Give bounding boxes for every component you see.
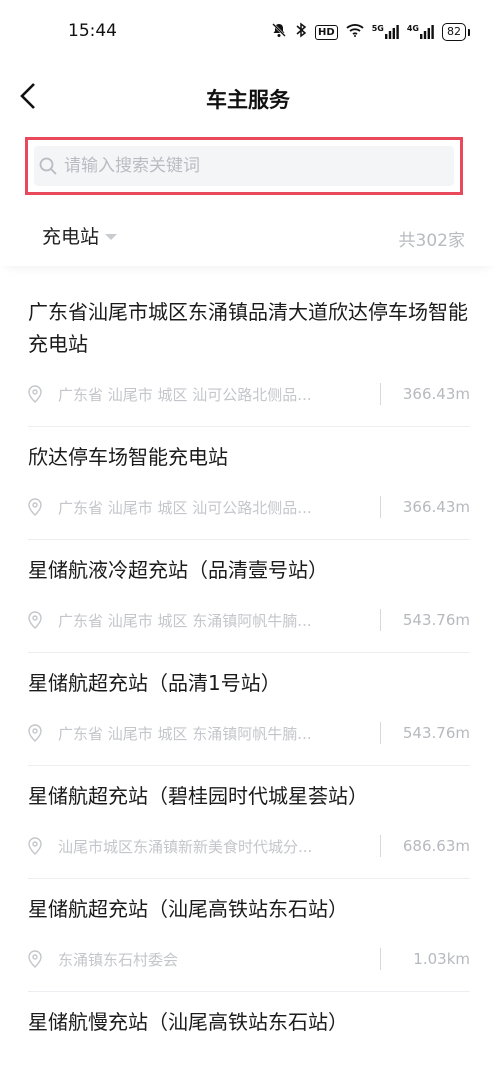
location-pin-icon: [28, 950, 46, 968]
bell-off-icon: [271, 22, 287, 42]
divider: [380, 609, 381, 631]
list-item[interactable]: 广东省汕尾市城区东涌镇品清大道欣达停车场智能充电站 广东省 汕尾市 城区 汕可公…: [28, 282, 470, 427]
station-name: 星储航超充站（品清1号站）: [28, 671, 281, 695]
station-list: 广东省汕尾市城区东涌镇品清大道欣达停车场智能充电站 广东省 汕尾市 城区 汕可公…: [0, 282, 496, 1038]
search-input[interactable]: [64, 156, 424, 176]
station-name: 广东省汕尾市城区东涌镇品清大道欣达停车场智能充电站: [28, 300, 468, 356]
page-title: 车主服务: [206, 88, 290, 112]
bluetooth-icon: [295, 22, 307, 42]
search-box[interactable]: [34, 146, 454, 186]
filter-bar: 充电站 共302家: [0, 206, 496, 266]
station-name: 星储航超充站（汕尾高铁站东石站）: [28, 897, 348, 921]
status-icons: HD 5G 4G 82: [271, 22, 470, 42]
divider: [380, 722, 381, 744]
wifi-icon: [346, 23, 364, 41]
location-pin-icon: [28, 498, 46, 516]
station-name: 欣达停车场智能充电站: [28, 445, 228, 469]
station-distance: 1.03km: [413, 950, 470, 968]
location-pin-icon: [28, 837, 46, 855]
station-address: 广东省 汕尾市 城区 东涌镇阿帆牛腩...: [58, 724, 312, 743]
list-item[interactable]: 星储航超充站（汕尾高铁站东石站） 东涌镇东石村委会 1.03km: [28, 879, 470, 992]
list-item[interactable]: 欣达停车场智能充电站 广东省 汕尾市 城区 汕可公路北侧品... 366.43m: [28, 427, 470, 540]
location-pin-icon: [28, 611, 46, 629]
status-bar: 15:44 HD 5G 4G 82: [0, 0, 496, 66]
station-address: 广东省 汕尾市 城区 汕可公路北侧品...: [58, 498, 312, 517]
list-item[interactable]: 星储航液冷超充站（品清壹号站） 广东省 汕尾市 城区 东涌镇阿帆牛腩... 54…: [28, 540, 470, 653]
result-count: 共302家: [398, 231, 465, 251]
category-dropdown[interactable]: 充电站: [42, 222, 118, 249]
signal-5g-icon: 5G: [372, 25, 399, 39]
caret-down-icon: [105, 233, 118, 240]
category-label: 充电站: [42, 226, 100, 248]
station-address: 广东省 汕尾市 城区 汕可公路北侧品...: [58, 385, 312, 404]
battery-tip: [468, 28, 470, 36]
hd-icon: HD: [315, 24, 338, 40]
station-name: 星储航液冷超充站（品清壹号站）: [28, 558, 328, 582]
station-distance: 366.43m: [402, 498, 470, 516]
list-item[interactable]: 星储航超充站（碧桂园时代城星荟站） 汕尾市城区东涌镇新新美食时代城分... 68…: [28, 766, 470, 879]
station-meta: 广东省 汕尾市 城区 东涌镇阿帆牛腩... 543.76m: [28, 598, 470, 642]
station-meta: 广东省 汕尾市 城区 东涌镇阿帆牛腩... 543.76m: [28, 711, 470, 755]
station-address: 汕尾市城区东涌镇新新美食时代城分...: [58, 837, 313, 856]
station-meta: 广东省 汕尾市 城区 汕可公路北侧品... 366.43m: [28, 485, 470, 529]
divider: [380, 948, 381, 970]
location-pin-icon: [28, 385, 46, 403]
battery-icon: 82: [442, 23, 466, 41]
location-pin-icon: [28, 724, 46, 742]
list-item[interactable]: 星储航慢充站（汕尾高铁站东石站）: [28, 992, 470, 1038]
station-distance: 543.76m: [402, 724, 470, 742]
station-meta: 东涌镇东石村委会 1.03km: [28, 937, 470, 981]
search-icon: [38, 156, 58, 176]
status-time: 15:44: [68, 21, 117, 41]
signal-4g-icon: 4G: [407, 25, 434, 39]
station-meta: 广东省 汕尾市 城区 汕可公路北侧品... 366.43m: [28, 372, 470, 416]
list-item[interactable]: 星储航超充站（品清1号站） 广东省 汕尾市 城区 东涌镇阿帆牛腩... 543.…: [28, 653, 470, 766]
station-address: 东涌镇东石村委会: [58, 950, 179, 969]
station-address: 广东省 汕尾市 城区 东涌镇阿帆牛腩...: [58, 611, 312, 630]
station-name: 星储航慢充站（汕尾高铁站东石站）: [28, 1010, 348, 1034]
station-distance: 366.43m: [402, 385, 470, 403]
search-highlight-box: [25, 137, 463, 195]
divider: [380, 835, 381, 857]
nav-bar: 车主服务: [0, 66, 496, 130]
divider: [380, 383, 381, 405]
station-distance: 686.63m: [402, 837, 470, 855]
station-distance: 543.76m: [402, 611, 470, 629]
divider: [380, 496, 381, 518]
station-name: 星储航超充站（碧桂园时代城星荟站）: [28, 784, 368, 808]
station-meta: 汕尾市城区东涌镇新新美食时代城分... 686.63m: [28, 824, 470, 868]
